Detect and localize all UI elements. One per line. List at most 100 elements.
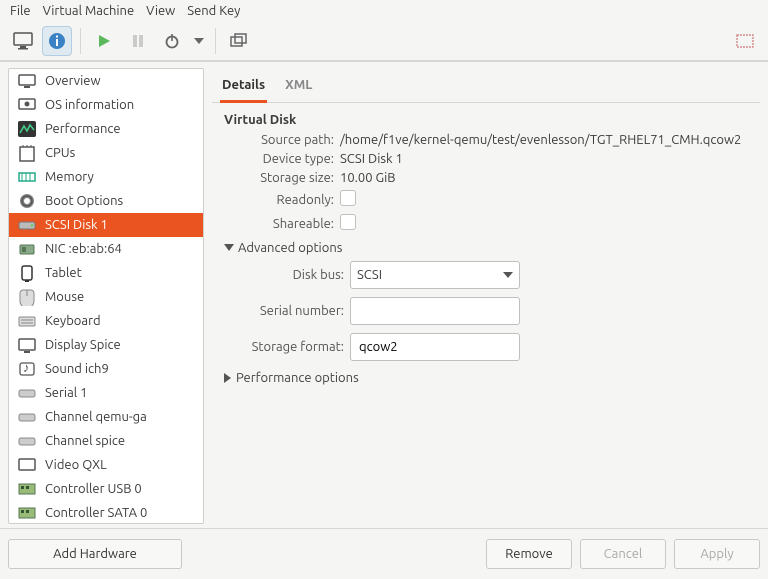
main-body: Virtual Disk Source path: /home/f1ve/ker… bbox=[212, 103, 760, 524]
fullscreen-icon bbox=[736, 34, 754, 48]
sidebar-item-icon: ♪ bbox=[17, 360, 37, 378]
tab-xml[interactable]: XML bbox=[283, 74, 314, 102]
readonly-checkbox[interactable] bbox=[340, 190, 356, 206]
sidebar-item-os-information[interactable]: OS information bbox=[9, 93, 203, 117]
power-dropdown[interactable] bbox=[191, 26, 207, 56]
sidebar-item-label: Boot Options bbox=[45, 194, 123, 208]
expander-performance-label: Performance options bbox=[236, 371, 359, 385]
sidebar-item-icon bbox=[17, 432, 37, 450]
label-device-type: Device type: bbox=[224, 152, 334, 166]
info-icon bbox=[47, 31, 67, 51]
format-input[interactable] bbox=[350, 333, 520, 361]
sidebar-item-icon bbox=[17, 240, 37, 258]
tab-details[interactable]: Details bbox=[220, 74, 267, 103]
sidebar-item-label: Sound ich9 bbox=[45, 362, 109, 376]
sidebar-item-display-spice[interactable]: Display Spice bbox=[9, 333, 203, 357]
sidebar-item-icon bbox=[17, 312, 37, 330]
caret-down-icon bbox=[194, 38, 204, 44]
disk-bus-combo[interactable]: SCSI bbox=[350, 261, 520, 289]
console-button[interactable] bbox=[8, 26, 38, 56]
shareable-checkbox[interactable] bbox=[340, 214, 356, 230]
toolbar-separator-2 bbox=[215, 28, 216, 54]
caret-down-icon bbox=[503, 272, 513, 278]
play-icon bbox=[96, 33, 112, 49]
sidebar-item-keyboard[interactable]: Keyboard bbox=[9, 309, 203, 333]
add-hardware-button[interactable]: Add Hardware bbox=[8, 539, 182, 569]
sidebar-item-label: Mouse bbox=[45, 290, 84, 304]
chevron-down-icon bbox=[224, 244, 234, 252]
power-icon bbox=[164, 33, 180, 49]
sidebar-item-sound-ich9[interactable]: ♪ Sound ich9 bbox=[9, 357, 203, 381]
sidebar-item-label: Controller SATA 0 bbox=[45, 506, 147, 520]
sidebar-item-icon bbox=[17, 72, 37, 90]
sidebar-item-label: OS information bbox=[45, 98, 134, 112]
sidebar-item-nic-eb-ab-64[interactable]: NIC :eb:ab:64 bbox=[9, 237, 203, 261]
menu-send-key[interactable]: Send Key bbox=[187, 4, 240, 18]
sidebar-item-boot-options[interactable]: Boot Options bbox=[9, 189, 203, 213]
sidebar-item-label: Channel qemu-ga bbox=[45, 410, 147, 424]
section-title-virtual-disk: Virtual Disk bbox=[224, 113, 748, 127]
tabs: Details XML bbox=[212, 68, 760, 103]
cancel-button: Cancel bbox=[580, 539, 666, 569]
toolbar-separator bbox=[80, 28, 81, 54]
sidebar-item-overview[interactable]: Overview bbox=[9, 69, 203, 93]
menu-view[interactable]: View bbox=[146, 4, 175, 18]
sidebar-item-label: Performance bbox=[45, 122, 121, 136]
sidebar-item-icon bbox=[17, 480, 37, 498]
label-serial: Serial number: bbox=[228, 304, 344, 318]
fullscreen-button[interactable] bbox=[730, 26, 760, 56]
sidebar-item-icon bbox=[17, 120, 37, 138]
expander-performance[interactable]: Performance options bbox=[224, 371, 748, 385]
label-shareable: Shareable: bbox=[224, 217, 334, 231]
content: Overview OS information Performance CPUs Mem… bbox=[0, 61, 768, 528]
sidebar-item-label: CPUs bbox=[45, 146, 75, 160]
sidebar-item-video-qxl[interactable]: Video QXL bbox=[9, 453, 203, 477]
label-disk-bus: Disk bus: bbox=[228, 268, 344, 282]
sidebar-list[interactable]: Overview OS information Performance CPUs Mem… bbox=[9, 69, 203, 523]
serial-input[interactable] bbox=[350, 297, 520, 325]
run-button[interactable] bbox=[89, 26, 119, 56]
sidebar-item-icon bbox=[17, 504, 37, 522]
chevron-right-icon bbox=[224, 373, 232, 383]
label-format: Storage format: bbox=[228, 340, 344, 354]
sidebar: Overview OS information Performance CPUs Mem… bbox=[8, 68, 204, 524]
power-button[interactable] bbox=[157, 26, 187, 56]
menu-file[interactable]: File bbox=[10, 4, 31, 18]
expander-advanced-label: Advanced options bbox=[238, 241, 342, 255]
sidebar-item-icon bbox=[17, 264, 37, 282]
sidebar-item-label: Video QXL bbox=[45, 458, 107, 472]
sidebar-item-serial-1[interactable]: Serial 1 bbox=[9, 381, 203, 405]
sidebar-item-controller-usb-0[interactable]: Controller USB 0 bbox=[9, 477, 203, 501]
sidebar-item-tablet[interactable]: Tablet bbox=[9, 261, 203, 285]
sidebar-item-label: Memory bbox=[45, 170, 94, 184]
sidebar-item-cpus[interactable]: CPUs bbox=[9, 141, 203, 165]
menu-virtual-machine[interactable]: Virtual Machine bbox=[43, 4, 135, 18]
value-device-type: SCSI Disk 1 bbox=[340, 152, 748, 166]
windows-icon bbox=[230, 33, 248, 49]
sidebar-item-icon bbox=[17, 144, 37, 162]
sidebar-item-controller-sata-0[interactable]: Controller SATA 0 bbox=[9, 501, 203, 523]
expander-advanced[interactable]: Advanced options bbox=[224, 241, 748, 255]
sidebar-item-icon bbox=[17, 456, 37, 474]
main-panel: Details XML Virtual Disk Source path: /h… bbox=[212, 68, 760, 524]
sidebar-item-label: Controller USB 0 bbox=[45, 482, 142, 496]
sidebar-item-icon bbox=[17, 408, 37, 426]
pause-button bbox=[123, 26, 153, 56]
sidebar-item-label: NIC :eb:ab:64 bbox=[45, 242, 122, 256]
label-source-path: Source path: bbox=[224, 133, 334, 147]
sidebar-item-label: Keyboard bbox=[45, 314, 101, 328]
sidebar-item-performance[interactable]: Performance bbox=[9, 117, 203, 141]
sidebar-item-channel-spice[interactable]: Channel spice bbox=[9, 429, 203, 453]
sidebar-item-icon bbox=[17, 216, 37, 234]
details-button[interactable] bbox=[42, 26, 72, 56]
sidebar-item-mouse[interactable]: Mouse bbox=[9, 285, 203, 309]
sidebar-item-label: Tablet bbox=[45, 266, 82, 280]
toolbar bbox=[0, 22, 768, 61]
sidebar-item-icon bbox=[17, 168, 37, 186]
sidebar-item-memory[interactable]: Memory bbox=[9, 165, 203, 189]
remove-button[interactable]: Remove bbox=[486, 539, 572, 569]
snapshots-button[interactable] bbox=[224, 26, 254, 56]
sidebar-item-scsi-disk-1[interactable]: SCSI Disk 1 bbox=[9, 213, 203, 237]
sidebar-item-channel-qemu-ga[interactable]: Channel qemu-ga bbox=[9, 405, 203, 429]
sidebar-item-label: Serial 1 bbox=[45, 386, 87, 400]
